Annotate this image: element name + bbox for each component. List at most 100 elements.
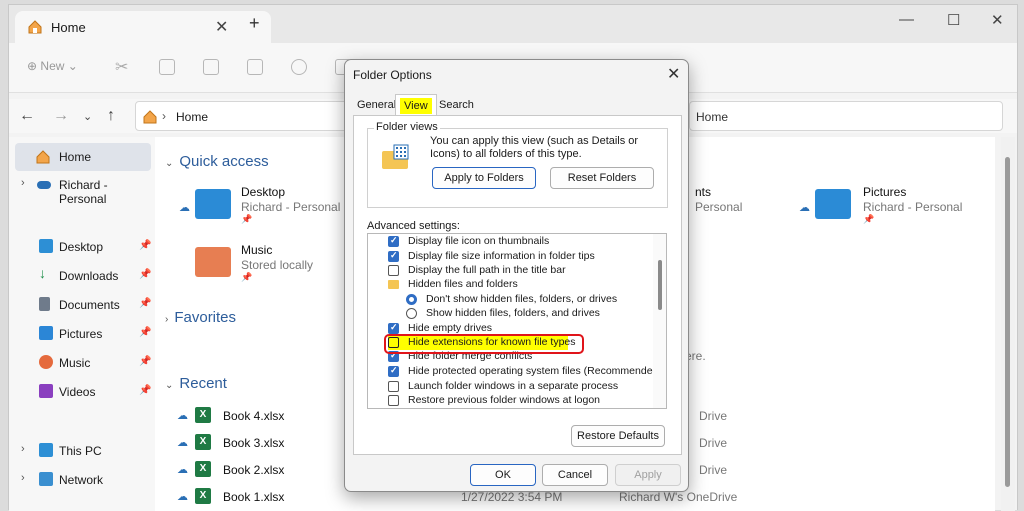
desktop-folder-icon[interactable] xyxy=(195,189,231,219)
quick-access-item-title[interactable]: Music xyxy=(241,243,272,257)
nav-item-downloads[interactable]: ↓ Downloads 📌 xyxy=(15,262,151,290)
cut-icon[interactable]: ✂ xyxy=(115,57,128,77)
reset-folders-button[interactable]: Reset Folders xyxy=(550,167,654,189)
section-title: Quick access xyxy=(179,153,269,170)
excel-icon: X xyxy=(195,461,211,477)
favorites-header[interactable]: › Favorites xyxy=(165,309,236,326)
nav-item-documents[interactable]: Documents 📌 xyxy=(15,291,151,319)
pin-icon[interactable]: 📌 xyxy=(139,298,151,309)
address-bar-right[interactable]: Home xyxy=(689,101,1003,131)
breadcrumb-home[interactable]: Home xyxy=(176,110,208,124)
scroll-thumb[interactable] xyxy=(658,260,662,310)
checkbox[interactable] xyxy=(388,365,399,377)
radio-button[interactable] xyxy=(406,308,417,319)
checkbox[interactable] xyxy=(388,322,399,334)
apply-button[interactable]: Apply xyxy=(615,464,681,486)
pictures-folder-icon[interactable] xyxy=(815,189,851,219)
setting-row[interactable]: Display file icon on thumbnails xyxy=(388,235,648,249)
ok-button[interactable]: OK xyxy=(470,464,536,486)
setting-label: Launch folder windows in a separate proc… xyxy=(408,380,619,392)
setting-row[interactable]: Show hidden files, folders, and drives xyxy=(406,307,651,321)
checkbox[interactable] xyxy=(388,395,399,406)
breadcrumb-chevron-icon: › xyxy=(162,109,166,123)
tab-view[interactable]: View xyxy=(395,94,437,116)
pin-icon[interactable]: 📌 xyxy=(139,327,151,338)
nav-item-pictures[interactable]: Pictures 📌 xyxy=(15,320,151,348)
new-button[interactable]: ⊕ New ⌄ xyxy=(27,59,78,73)
recent-chevron-icon[interactable]: ⌄ xyxy=(83,110,92,123)
cancel-button[interactable]: Cancel xyxy=(542,464,608,486)
setting-row[interactable]: Launch folder windows in a separate proc… xyxy=(388,380,648,394)
plus-icon[interactable]: + xyxy=(249,13,260,34)
setting-label: Show hidden files, folders, and drives xyxy=(426,307,600,319)
pin-icon[interactable]: 📌 xyxy=(139,240,151,251)
chevron-right-icon[interactable]: › xyxy=(21,177,25,189)
pin-icon: 📌 xyxy=(863,214,875,224)
radio-button[interactable] xyxy=(406,294,417,305)
music-folder-icon[interactable] xyxy=(195,247,231,277)
chevron-down-icon: ⌄ xyxy=(165,158,174,169)
cloud-icon: ☁ xyxy=(177,491,188,503)
rename-icon[interactable] xyxy=(247,59,263,75)
apply-to-folders-button[interactable]: Apply to Folders xyxy=(432,167,536,189)
nav-item-richard-personal[interactable]: › Richard - Personal xyxy=(15,171,151,206)
close-window-icon[interactable]: ✕ xyxy=(991,11,1004,29)
setting-label: Hidden files and folders xyxy=(408,278,518,290)
recent-file-name[interactable]: Book 2.xlsx xyxy=(223,463,284,477)
nav-label: Richard - Personal xyxy=(59,178,108,206)
checkbox[interactable] xyxy=(388,265,399,276)
share-icon[interactable] xyxy=(291,59,307,75)
paste-icon[interactable] xyxy=(203,59,219,75)
nav-label: Home xyxy=(59,150,92,164)
setting-row[interactable]: Hide protected operating system files (R… xyxy=(388,365,662,379)
chevron-right-icon[interactable]: › xyxy=(21,443,25,455)
checkbox[interactable] xyxy=(388,250,399,262)
nav-item-network[interactable]: › Network xyxy=(15,466,151,494)
setting-row[interactable]: Restore previous folder windows at logon xyxy=(388,394,648,408)
up-icon[interactable]: ↑ xyxy=(107,107,115,125)
nav-item-videos[interactable]: Videos 📌 xyxy=(15,378,151,406)
pin-icon[interactable]: 📌 xyxy=(139,385,151,396)
recent-header[interactable]: ⌄ Recent xyxy=(165,375,227,392)
copy-icon[interactable] xyxy=(159,59,175,75)
cloud-icon xyxy=(37,181,51,189)
settings-scrollbar[interactable] xyxy=(653,234,666,408)
setting-row[interactable]: Display the full path in the title bar xyxy=(388,264,648,278)
close-tab-icon[interactable]: ✕ xyxy=(215,17,228,37)
minimize-icon[interactable]: — xyxy=(899,11,914,28)
close-icon[interactable]: ✕ xyxy=(667,64,680,84)
quick-access-header[interactable]: ⌄ Quick access xyxy=(165,153,269,170)
tab-search[interactable]: Search xyxy=(435,94,478,116)
nav-item-desktop[interactable]: Desktop 📌 xyxy=(15,233,151,261)
folder-views-icon xyxy=(382,144,409,169)
tab-label: View xyxy=(400,98,432,114)
tab-general[interactable]: General xyxy=(353,94,400,116)
cloud-icon: ☁ xyxy=(177,464,188,476)
forward-icon[interactable]: → xyxy=(53,107,69,125)
nav-item-home[interactable]: Home xyxy=(15,143,151,171)
restore-defaults-button[interactable]: Restore Defaults xyxy=(571,425,665,447)
tab-home[interactable]: Home ✕ xyxy=(15,11,271,43)
pin-icon[interactable]: 📌 xyxy=(139,356,151,367)
chevron-right-icon[interactable]: › xyxy=(21,472,25,484)
address-bar[interactable]: › Home xyxy=(135,101,363,131)
recent-file-name[interactable]: Book 1.xlsx xyxy=(223,490,284,504)
setting-row[interactable]: Don't show hidden files, folders, or dri… xyxy=(406,293,651,307)
nav-item-music[interactable]: Music 📌 xyxy=(15,349,151,377)
maximize-icon[interactable]: ☐ xyxy=(947,11,960,29)
setting-label: Display file icon on thumbnails xyxy=(408,235,550,247)
scroll-thumb[interactable] xyxy=(1005,157,1010,487)
checkbox[interactable] xyxy=(388,235,399,247)
quick-access-item-title[interactable]: Pictures xyxy=(863,185,906,199)
quick-access-item-title[interactable]: Desktop xyxy=(241,185,285,199)
pin-icon[interactable]: 📌 xyxy=(139,269,151,280)
nav-item-this-pc[interactable]: › This PC xyxy=(15,437,151,465)
checkbox[interactable] xyxy=(388,381,399,392)
setting-row[interactable]: Display file size information in folder … xyxy=(388,250,648,264)
back-icon[interactable]: ← xyxy=(19,107,35,125)
recent-file-location: Drive xyxy=(699,463,728,477)
documents-icon xyxy=(39,297,50,311)
recent-file-name[interactable]: Book 3.xlsx xyxy=(223,436,284,450)
recent-file-name[interactable]: Book 4.xlsx xyxy=(223,409,284,423)
vertical-scrollbar[interactable] xyxy=(1001,137,1015,511)
